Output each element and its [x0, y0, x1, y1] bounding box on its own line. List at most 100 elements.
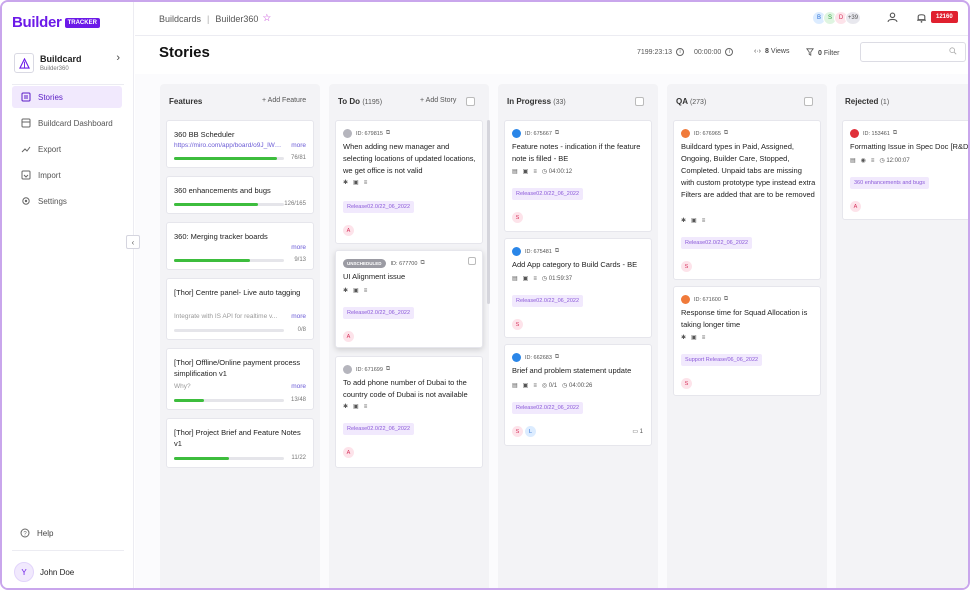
progress-bar	[174, 259, 284, 262]
copy-icon[interactable]: ⧉	[724, 130, 728, 137]
story-card[interactable]: UNSCHEDULED ID: 677700 ⧉ UI Alignment issu…	[335, 250, 483, 348]
filter-button[interactable]: 0 Filter	[806, 48, 839, 58]
avatar[interactable]: A	[343, 225, 354, 236]
search-input[interactable]	[861, 43, 941, 61]
copy-icon[interactable]: ⧉	[555, 354, 559, 361]
sidebar-item-buildcard-dashboard[interactable]: Buildcard Dashboard	[12, 112, 122, 134]
story-card[interactable]: ID: 676965 ⧉ Buildcard types in Paid, Ass…	[673, 120, 821, 280]
avatar[interactable]: A	[343, 331, 354, 342]
story-card[interactable]: ID: 671600 ⧉ Response time for Squad Allo…	[673, 286, 821, 396]
feature-card[interactable]: [Thor] Centre panel- Live auto tagging I…	[166, 278, 314, 340]
release-tag[interactable]: Release02.0/22_06_2022	[343, 307, 415, 319]
clipboard-icon: ▣	[691, 218, 697, 224]
team-more-count[interactable]: +39	[845, 11, 861, 25]
info-icon[interactable]: i	[725, 48, 734, 56]
copy-icon[interactable]: ⧉	[893, 130, 897, 137]
copy-icon[interactable]: ⧉	[420, 260, 424, 267]
breadcrumb-root[interactable]: Buildcards	[159, 14, 201, 24]
sidebar-item-settings[interactable]: Settings	[12, 190, 122, 212]
add-story-button[interactable]: + Add Story	[420, 97, 456, 104]
column-title: To Do (1195)	[338, 97, 382, 106]
copy-icon[interactable]: ⧉	[386, 130, 390, 137]
sidebar-item-stories[interactable]: Stories	[12, 86, 122, 108]
feature-card[interactable]: [Thor] Offline/Online payment process si…	[166, 348, 314, 410]
feature-link[interactable]: https://miro.com/app/board/o9J_lWmQ	[174, 142, 282, 149]
avatar[interactable]: S	[512, 426, 523, 437]
release-tag[interactable]: Release02.0/22_06_2022	[681, 237, 753, 249]
user-profile[interactable]: Y John Doe	[14, 562, 74, 582]
story-card[interactable]: ID: 153461 ⧉ Formatting Issue in Spec Doc…	[842, 120, 968, 220]
release-tag[interactable]: Release02.0/22_06_2022	[512, 188, 584, 200]
story-id: ID: 153461 ⧉	[850, 129, 897, 138]
expand-icon: ‹·›	[754, 48, 761, 55]
avatar[interactable]: S	[681, 378, 692, 389]
filter-label: Filter	[823, 49, 840, 57]
bell-icon[interactable]	[916, 12, 927, 26]
copy-icon[interactable]: ⧉	[555, 130, 559, 137]
avatar[interactable]: L	[525, 426, 536, 437]
feature-card[interactable]: [Thor] Project Brief and Feature Notes v…	[166, 418, 314, 468]
avatar[interactable]: S	[512, 212, 523, 223]
logo[interactable]: Builder TRACKER	[12, 14, 100, 31]
column-scrollbar[interactable]	[487, 120, 490, 304]
play-icon[interactable]: ◉	[861, 157, 866, 164]
sidebar-item-export[interactable]: Export	[12, 138, 122, 160]
release-tag[interactable]: Support Release/06_06_2022	[681, 354, 763, 366]
notification-badge[interactable]: 12160	[931, 11, 958, 23]
project-switcher[interactable]: Buildcard Builder360 ›	[14, 50, 122, 76]
avatar[interactable]: A	[850, 201, 861, 212]
sidebar-item-import[interactable]: Import	[12, 164, 122, 186]
collapse-sidebar-button[interactable]: ‹	[126, 235, 140, 249]
divider	[12, 84, 124, 85]
select-all-checkbox[interactable]	[635, 97, 644, 106]
story-card[interactable]: ID: 671699 ⧉ To add phone number of Dubai…	[335, 356, 483, 468]
team-avatars[interactable]: B S D +39	[812, 11, 861, 25]
feature-title: [Thor] Project Brief and Feature Notes v…	[174, 428, 301, 448]
info-icon[interactable]: i	[676, 48, 685, 56]
copy-icon[interactable]: ⧉	[555, 248, 559, 255]
description-icon: ≡	[701, 334, 706, 341]
assignees: S	[681, 378, 694, 389]
feature-card[interactable]: 360 BB Scheduler https://miro.com/app/bo…	[166, 120, 314, 168]
story-card[interactable]: ID: 679815 ⧉ When adding new manager and …	[335, 120, 483, 244]
story-id: ID: 675481 ⧉	[512, 247, 559, 256]
select-all-checkbox[interactable]	[804, 97, 813, 106]
description-icon: ≡	[533, 275, 537, 282]
story-card[interactable]: ID: 675481 ⧉ Add App category to Build Ca…	[504, 238, 652, 338]
release-tag[interactable]: Release02.0/22_06_2022	[343, 201, 415, 213]
avatar[interactable]: S	[512, 319, 523, 330]
feature-title: [Thor] Offline/Online payment process si…	[174, 358, 301, 378]
views-button[interactable]: ‹·› 8 Views	[754, 48, 789, 55]
column-title: QA (273)	[676, 97, 706, 106]
release-tag[interactable]: Release02.0/22_06_2022	[512, 402, 584, 414]
feature-card[interactable]: 360: Merging tracker boards more 9/13	[166, 222, 314, 270]
release-tag[interactable]: Release02.0/22_06_2022	[512, 295, 584, 307]
avatar[interactable]: A	[343, 447, 354, 458]
clipboard-icon: ▣	[522, 276, 529, 282]
feature-card[interactable]: 360 enhancements and bugs 126/165	[166, 176, 314, 214]
avatar[interactable]: S	[681, 261, 692, 272]
copy-icon[interactable]: ⧉	[724, 296, 728, 303]
sidebar-nav: Stories Buildcard Dashboard Export Impor…	[12, 86, 122, 216]
add-feature-button[interactable]: + Add Feature	[262, 97, 306, 104]
more-link[interactable]: more	[291, 142, 306, 149]
person-icon[interactable]	[887, 12, 898, 26]
more-link[interactable]: more	[291, 313, 306, 320]
help-link[interactable]: ? Help	[19, 527, 53, 539]
copy-icon[interactable]: ⧉	[386, 366, 390, 373]
story-card[interactable]: ID: 675667 ⧉ Feature notes - indication i…	[504, 120, 652, 232]
story-card[interactable]: ID: 662683 ⧉ Brief and problem statement …	[504, 344, 652, 446]
story-checkbox[interactable]	[468, 257, 476, 265]
description-icon: ≡	[363, 179, 368, 186]
more-link[interactable]: more	[291, 383, 306, 390]
progress-bar	[174, 399, 284, 402]
search-icon[interactable]	[949, 47, 957, 57]
comment-count[interactable]: ▭ 1	[632, 428, 643, 435]
release-tag[interactable]: 360 enhancements and bugs	[850, 177, 929, 189]
release-tag[interactable]: Release02.0/22_06_2022	[343, 423, 415, 435]
description-icon: ≡	[363, 287, 368, 294]
more-link[interactable]: more	[291, 244, 306, 251]
star-icon[interactable]: ☆	[262, 13, 271, 24]
select-all-checkbox[interactable]	[466, 97, 475, 106]
progress-bar	[174, 203, 284, 206]
